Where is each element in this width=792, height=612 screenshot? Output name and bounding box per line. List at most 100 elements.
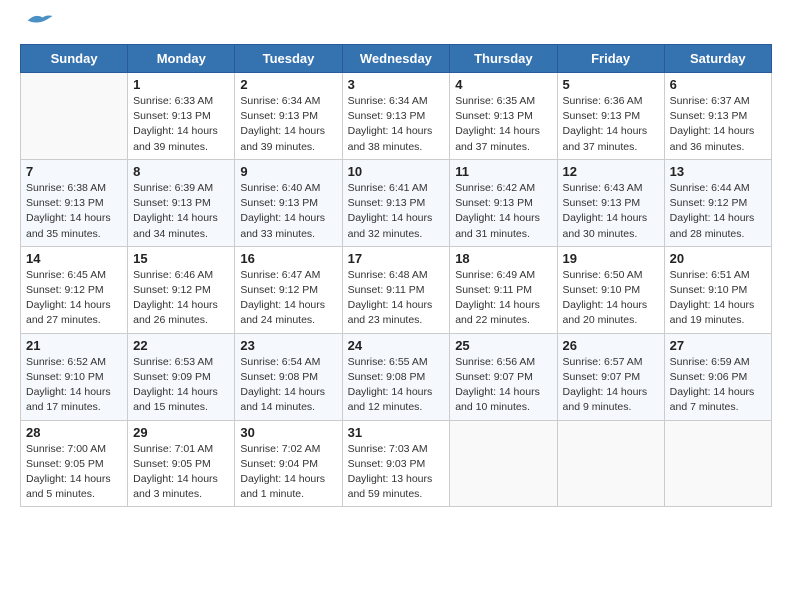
calendar-cell: 21 Sunrise: 6:52 AM Sunset: 9:10 PM Dayli… (21, 333, 128, 420)
calendar-cell: 14 Sunrise: 6:45 AM Sunset: 9:12 PM Dayli… (21, 246, 128, 333)
day-info: Sunrise: 6:36 AM Sunset: 9:13 PM Dayligh… (563, 94, 659, 155)
calendar-cell: 6 Sunrise: 6:37 AM Sunset: 9:13 PM Daylig… (664, 73, 771, 160)
day-info: Sunrise: 6:53 AM Sunset: 9:09 PM Dayligh… (133, 355, 229, 416)
calendar-cell: 7 Sunrise: 6:38 AM Sunset: 9:13 PM Daylig… (21, 159, 128, 246)
day-info: Sunrise: 6:37 AM Sunset: 9:13 PM Dayligh… (670, 94, 766, 155)
calendar-cell: 23Sunrise: 6:54 AM Sunset: 9:08 PM Dayli… (235, 333, 342, 420)
day-info: Sunrise: 6:49 AM Sunset: 9:11 PM Dayligh… (455, 268, 551, 329)
day-number: 12 (563, 164, 659, 179)
day-number: 11 (455, 164, 551, 179)
day-info: Sunrise: 6:39 AM Sunset: 9:13 PM Dayligh… (133, 181, 229, 242)
day-info: Sunrise: 6:35 AM Sunset: 9:13 PM Dayligh… (455, 94, 551, 155)
calendar-week-row: 28 Sunrise: 7:00 AM Sunset: 9:05 PM Dayli… (21, 420, 772, 507)
calendar-cell: 17 Sunrise: 6:48 AM Sunset: 9:11 PM Dayli… (342, 246, 450, 333)
day-number: 1 (133, 77, 229, 92)
calendar-cell: 8 Sunrise: 6:39 AM Sunset: 9:13 PM Daylig… (128, 159, 235, 246)
logo-bird-icon (24, 10, 54, 28)
day-number: 24 (348, 338, 445, 353)
calendar-cell: 20Sunrise: 6:51 AM Sunset: 9:10 PM Dayli… (664, 246, 771, 333)
day-number: 8 (133, 164, 229, 179)
weekday-header: Saturday (664, 45, 771, 73)
calendar-cell: 11 Sunrise: 6:42 AM Sunset: 9:13 PM Dayli… (450, 159, 557, 246)
day-info: Sunrise: 6:47 AM Sunset: 9:12 PM Dayligh… (240, 268, 336, 329)
calendar-cell: 12 Sunrise: 6:43 AM Sunset: 9:13 PM Dayli… (557, 159, 664, 246)
calendar-cell: 9 Sunrise: 6:40 AM Sunset: 9:13 PM Daylig… (235, 159, 342, 246)
calendar-cell: 31 Sunrise: 7:03 AM Sunset: 9:03 PM Dayli… (342, 420, 450, 507)
calendar-cell: 1 Sunrise: 6:33 AM Sunset: 9:13 PM Daylig… (128, 73, 235, 160)
calendar-cell (450, 420, 557, 507)
day-number: 4 (455, 77, 551, 92)
page-header (20, 20, 772, 28)
calendar-cell: 29 Sunrise: 7:01 AM Sunset: 9:05 PM Dayli… (128, 420, 235, 507)
day-info: Sunrise: 7:01 AM Sunset: 9:05 PM Dayligh… (133, 442, 229, 503)
day-number: 29 (133, 425, 229, 440)
weekday-header: Monday (128, 45, 235, 73)
day-info: Sunrise: 6:34 AM Sunset: 9:13 PM Dayligh… (240, 94, 336, 155)
day-info: Sunrise: 7:03 AM Sunset: 9:03 PM Dayligh… (348, 442, 445, 503)
calendar-cell: 18 Sunrise: 6:49 AM Sunset: 9:11 PM Dayli… (450, 246, 557, 333)
day-number: 21 (26, 338, 122, 353)
day-info: Sunrise: 6:48 AM Sunset: 9:11 PM Dayligh… (348, 268, 445, 329)
day-info: Sunrise: 6:59 AM Sunset: 9:06 PM Dayligh… (670, 355, 766, 416)
calendar-cell: 24Sunrise: 6:55 AM Sunset: 9:08 PM Dayli… (342, 333, 450, 420)
day-info: Sunrise: 7:00 AM Sunset: 9:05 PM Dayligh… (26, 442, 122, 503)
day-number: 25 (455, 338, 551, 353)
day-number: 19 (563, 251, 659, 266)
day-number: 27 (670, 338, 766, 353)
calendar-cell: 4 Sunrise: 6:35 AM Sunset: 9:13 PM Daylig… (450, 73, 557, 160)
calendar-cell (21, 73, 128, 160)
calendar-week-row: 1 Sunrise: 6:33 AM Sunset: 9:13 PM Daylig… (21, 73, 772, 160)
day-number: 7 (26, 164, 122, 179)
calendar-cell: 22 Sunrise: 6:53 AM Sunset: 9:09 PM Dayli… (128, 333, 235, 420)
day-number: 31 (348, 425, 445, 440)
calendar-week-row: 7 Sunrise: 6:38 AM Sunset: 9:13 PM Daylig… (21, 159, 772, 246)
weekday-header: Sunday (21, 45, 128, 73)
day-number: 2 (240, 77, 336, 92)
day-info: Sunrise: 6:44 AM Sunset: 9:12 PM Dayligh… (670, 181, 766, 242)
day-number: 9 (240, 164, 336, 179)
day-number: 18 (455, 251, 551, 266)
day-number: 14 (26, 251, 122, 266)
day-number: 10 (348, 164, 445, 179)
day-info: Sunrise: 6:54 AM Sunset: 9:08 PM Dayligh… (240, 355, 336, 416)
calendar-cell: 15 Sunrise: 6:46 AM Sunset: 9:12 PM Dayli… (128, 246, 235, 333)
calendar-cell (557, 420, 664, 507)
calendar-week-row: 14 Sunrise: 6:45 AM Sunset: 9:12 PM Dayli… (21, 246, 772, 333)
day-info: Sunrise: 7:02 AM Sunset: 9:04 PM Dayligh… (240, 442, 336, 503)
day-info: Sunrise: 6:34 AM Sunset: 9:13 PM Dayligh… (348, 94, 445, 155)
day-info: Sunrise: 6:45 AM Sunset: 9:12 PM Dayligh… (26, 268, 122, 329)
day-number: 30 (240, 425, 336, 440)
day-info: Sunrise: 6:43 AM Sunset: 9:13 PM Dayligh… (563, 181, 659, 242)
day-info: Sunrise: 6:33 AM Sunset: 9:13 PM Dayligh… (133, 94, 229, 155)
day-number: 6 (670, 77, 766, 92)
calendar-cell: 26 Sunrise: 6:57 AM Sunset: 9:07 PM Dayli… (557, 333, 664, 420)
calendar-cell: 27 Sunrise: 6:59 AM Sunset: 9:06 PM Dayli… (664, 333, 771, 420)
day-number: 22 (133, 338, 229, 353)
weekday-header: Tuesday (235, 45, 342, 73)
calendar-cell (664, 420, 771, 507)
calendar-cell: 10 Sunrise: 6:41 AM Sunset: 9:13 PM Dayli… (342, 159, 450, 246)
day-info: Sunrise: 6:51 AM Sunset: 9:10 PM Dayligh… (670, 268, 766, 329)
day-info: Sunrise: 6:46 AM Sunset: 9:12 PM Dayligh… (133, 268, 229, 329)
day-info: Sunrise: 6:42 AM Sunset: 9:13 PM Dayligh… (455, 181, 551, 242)
day-info: Sunrise: 6:52 AM Sunset: 9:10 PM Dayligh… (26, 355, 122, 416)
calendar-cell: 13Sunrise: 6:44 AM Sunset: 9:12 PM Dayli… (664, 159, 771, 246)
day-info: Sunrise: 6:40 AM Sunset: 9:13 PM Dayligh… (240, 181, 336, 242)
logo (20, 20, 54, 28)
day-number: 5 (563, 77, 659, 92)
day-info: Sunrise: 6:57 AM Sunset: 9:07 PM Dayligh… (563, 355, 659, 416)
calendar-header-row: SundayMondayTuesdayWednesdayThursdayFrid… (21, 45, 772, 73)
day-number: 15 (133, 251, 229, 266)
day-number: 28 (26, 425, 122, 440)
day-number: 17 (348, 251, 445, 266)
day-number: 26 (563, 338, 659, 353)
calendar-cell: 5 Sunrise: 6:36 AM Sunset: 9:13 PM Daylig… (557, 73, 664, 160)
weekday-header: Thursday (450, 45, 557, 73)
calendar-week-row: 21 Sunrise: 6:52 AM Sunset: 9:10 PM Dayli… (21, 333, 772, 420)
calendar-cell: 2 Sunrise: 6:34 AM Sunset: 9:13 PM Daylig… (235, 73, 342, 160)
day-info: Sunrise: 6:41 AM Sunset: 9:13 PM Dayligh… (348, 181, 445, 242)
weekday-header: Friday (557, 45, 664, 73)
calendar-cell: 28 Sunrise: 7:00 AM Sunset: 9:05 PM Dayli… (21, 420, 128, 507)
calendar-cell: 30 Sunrise: 7:02 AM Sunset: 9:04 PM Dayli… (235, 420, 342, 507)
day-info: Sunrise: 6:38 AM Sunset: 9:13 PM Dayligh… (26, 181, 122, 242)
